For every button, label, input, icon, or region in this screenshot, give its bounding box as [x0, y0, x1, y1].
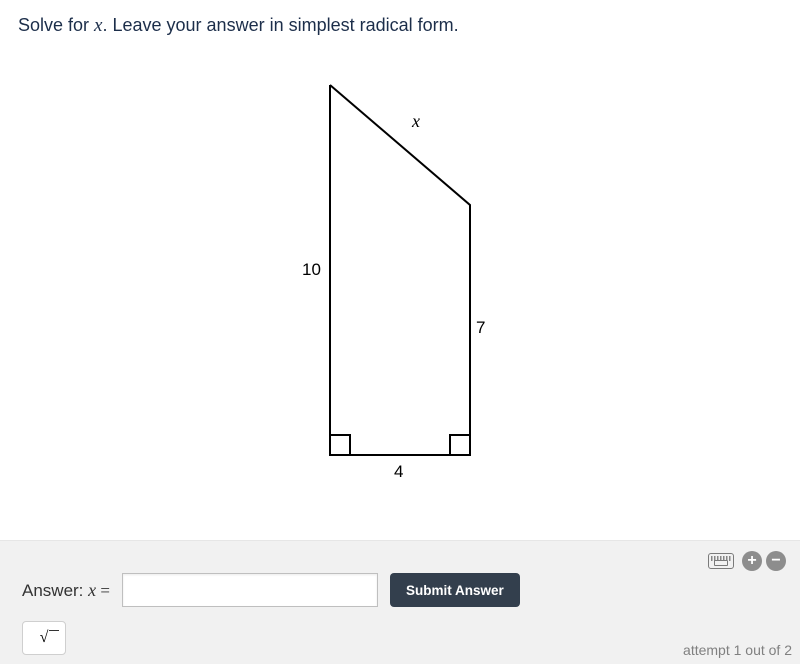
answer-row: Answer: x = Submit Answer: [22, 573, 790, 607]
answer-prefix: Answer:: [22, 581, 88, 600]
prompt-post: . Leave your answer in simplest radical …: [102, 15, 458, 35]
zoom-group: + −: [742, 551, 786, 571]
figure-container: x 10 7 4: [18, 39, 782, 485]
label-x: x: [411, 111, 420, 131]
answer-variable: x: [88, 580, 96, 600]
prompt-pre: Solve for: [18, 15, 94, 35]
label-right: 7: [476, 318, 485, 337]
sqrt-icon: √: [40, 629, 49, 647]
question-area: Solve for x . Leave your answer in simple…: [0, 0, 800, 485]
right-angle-right: [450, 435, 470, 455]
trapezoid-figure: x 10 7 4: [260, 65, 540, 485]
trapezoid-shape: [330, 85, 470, 455]
answer-panel: + − Answer: x = Submit Answer √ attempt …: [0, 540, 800, 664]
submit-button[interactable]: Submit Answer: [390, 573, 520, 607]
right-angle-left: [330, 435, 350, 455]
attempt-counter: attempt 1 out of 2: [683, 642, 792, 658]
zoom-in-button[interactable]: +: [742, 551, 762, 571]
question-prompt: Solve for x. Leave your answer in simple…: [18, 14, 782, 39]
sqrt-button[interactable]: √: [22, 621, 66, 655]
answer-input[interactable]: [122, 573, 378, 607]
tools-row: + −: [708, 551, 786, 571]
answer-equals: =: [96, 581, 110, 600]
answer-label: Answer: x =: [22, 580, 110, 601]
label-left: 10: [302, 260, 321, 279]
label-bottom: 4: [394, 462, 403, 481]
zoom-out-button[interactable]: −: [766, 551, 786, 571]
keyboard-icon[interactable]: [708, 553, 734, 569]
